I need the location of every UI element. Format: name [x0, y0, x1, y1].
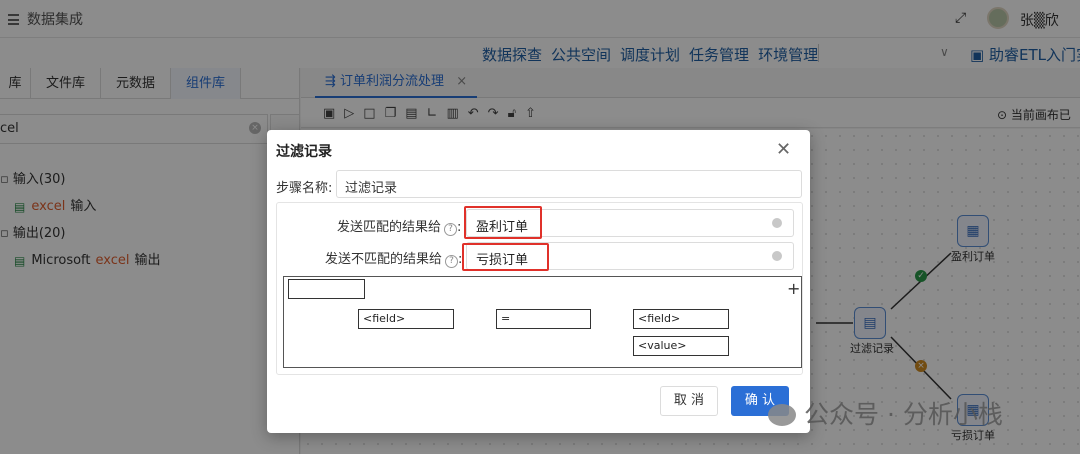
filter-records-dialog: 过滤记录 ✕ 步骤名称: 过滤记录 发送匹配的结果给?: 盈利订单 发送不匹配的… — [267, 130, 810, 433]
add-condition-icon[interactable]: + — [787, 279, 800, 298]
help-icon[interactable]: ? — [445, 255, 459, 268]
operator-input[interactable]: = — [496, 309, 591, 329]
highlight-box — [462, 243, 549, 271]
dialog-title: 过滤记录 — [276, 144, 332, 160]
highlight-box — [464, 206, 542, 239]
help-icon[interactable]: ? — [444, 223, 458, 236]
step-name-input[interactable]: 过滤记录 — [336, 170, 802, 198]
condition-group-input[interactable] — [288, 279, 365, 299]
watermark: 公众号 · 分析小栈 — [768, 395, 1003, 431]
clear-icon[interactable] — [772, 251, 782, 261]
close-icon[interactable]: ✕ — [776, 139, 791, 160]
clear-icon[interactable] — [772, 218, 782, 228]
field-left-input[interactable]: <field> — [358, 309, 454, 329]
step-name-label: 步骤名称: — [276, 181, 333, 196]
cancel-button[interactable]: 取 消 — [660, 386, 718, 416]
field-right-input[interactable]: <field> — [633, 309, 729, 329]
value-input[interactable]: <value> — [633, 336, 729, 356]
unmatch-target-label: 发送不匹配的结果给?: — [325, 252, 463, 268]
match-target-label: 发送匹配的结果给?: — [337, 220, 462, 236]
wechat-icon — [768, 404, 796, 426]
